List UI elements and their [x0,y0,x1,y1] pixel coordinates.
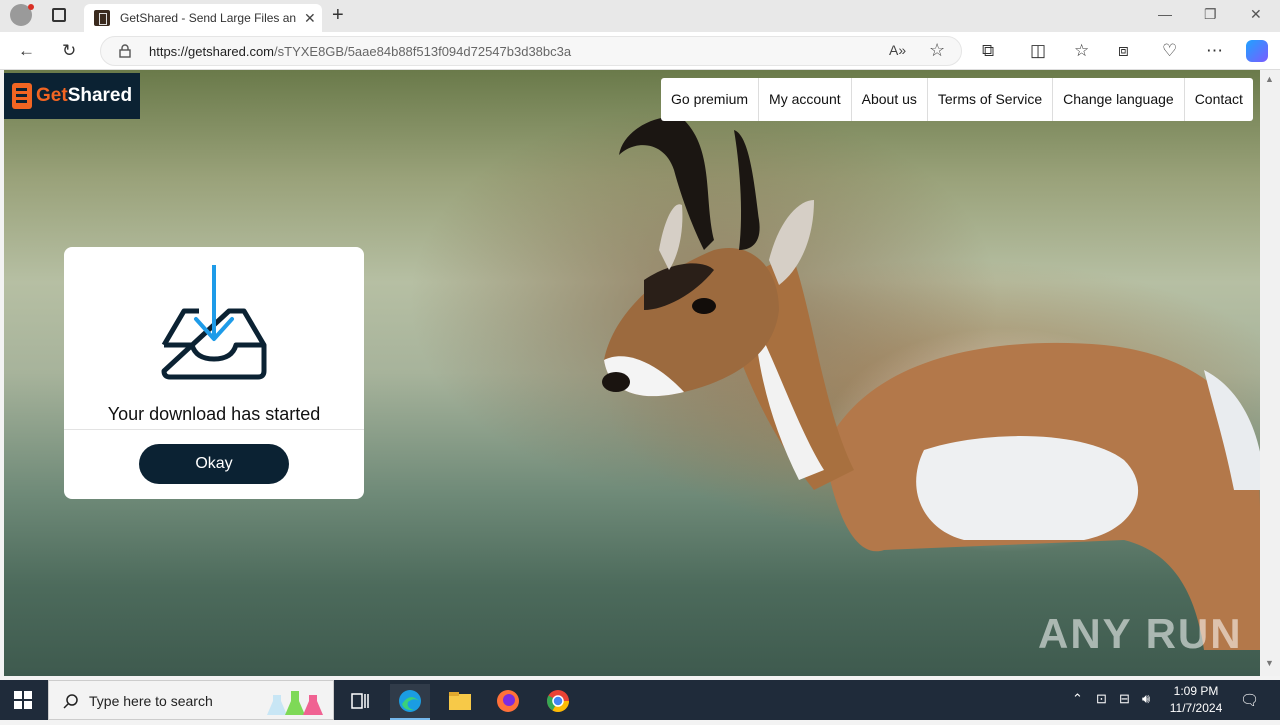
okay-button[interactable]: Okay [139,444,289,484]
task-view-icon[interactable] [340,684,380,720]
nav-go-premium[interactable]: Go premium [661,78,760,121]
copilot-icon[interactable] [1246,40,1268,62]
logo-text: GetShared [36,85,132,107]
search-icon [63,694,78,709]
tab-actions-icon[interactable] [52,8,66,22]
file-explorer-icon[interactable] [440,684,480,720]
site-navigation: Go premium My account About us Terms of … [661,78,1253,121]
logo-text-shared: Shared [67,85,133,106]
minimize-icon[interactable]: — [1158,6,1172,22]
favorite-star-icon[interactable]: ☆ [929,40,945,61]
pronghorn-background-image [602,116,1260,650]
nav-contact[interactable]: Contact [1185,78,1253,121]
favorites-icon[interactable]: ☆ [1074,41,1089,61]
close-tab-icon[interactable]: ✕ [304,10,316,27]
download-started-message: Your download has started [107,404,321,424]
read-aloud-icon[interactable]: A» [889,42,906,58]
logo-text-get: Get [36,85,68,106]
clock-date: 11/7/2024 [1169,701,1223,715]
scroll-up-icon[interactable]: ▲ [1265,74,1274,84]
site-favicon-icon [94,10,110,26]
browser-tab[interactable]: GetShared - Send Large Files and ✕ [84,4,322,32]
anyrun-watermark: ANY RUN [1038,610,1243,657]
getshared-logo[interactable]: GetShared [4,73,140,119]
dialog-divider [64,429,364,430]
chrome-icon[interactable] [538,684,578,720]
search-placeholder: Type here to search [89,693,213,709]
nav-terms-of-service[interactable]: Terms of Service [928,78,1054,121]
lock-icon [119,44,131,58]
tray-device-icon[interactable]: ⊡ [1096,691,1107,707]
collections-icon[interactable]: ⧈ [1118,41,1129,61]
volume-icon[interactable]: 🔊︎ [1142,691,1150,707]
notification-dot-icon [28,4,34,10]
show-hidden-icons[interactable]: ⌃ [1072,691,1083,707]
refresh-icon[interactable]: ↻ [62,41,76,61]
windows-taskbar: Type here to search ⌃ ⊡ ⊟ 🔊︎ 1:09 PM 11/… [0,680,1280,720]
edge-taskbar-icon[interactable] [390,684,430,720]
restore-icon[interactable]: ❐ [1204,6,1217,23]
clock-time: 1:09 PM [1173,684,1219,698]
browser-title-bar: GetShared - Send Large Files and ✕ + — ❐… [0,0,1280,32]
browser-nav-bar: ← ↻ https://getshared.com/sTYXE8GB/5aae8… [0,32,1280,70]
download-started-dialog: Your download has started Okay [64,247,364,499]
url-text: https://getshared.com/sTYXE8GB/5aae84b88… [149,44,571,59]
new-tab-icon[interactable]: + [332,4,344,27]
page-viewport: GetShared Go premium My account About us… [4,70,1260,676]
logo-document-icon [12,83,32,109]
nav-change-language[interactable]: Change language [1053,78,1185,121]
taskbar-clock[interactable]: 1:09 PM 11/7/2024 [1168,683,1224,717]
network-icon[interactable]: ⊟ [1119,691,1130,707]
scroll-down-icon[interactable]: ▼ [1265,658,1274,668]
search-highlight-flasks-icon [267,687,325,717]
split-screen-icon[interactable]: ◫ [1030,41,1046,61]
download-inbox-icon [161,265,267,380]
nav-about-us[interactable]: About us [852,78,928,121]
back-icon[interactable]: ← [18,41,35,61]
close-window-icon[interactable]: ✕ [1250,6,1262,23]
taskbar-search-box[interactable]: Type here to search [48,680,334,720]
windows-start-icon[interactable] [14,691,32,709]
extensions-icon[interactable]: ⧉ [982,41,994,61]
tab-title: GetShared - Send Large Files and [120,11,296,25]
notifications-icon[interactable]: 🗨︎ [1240,691,1259,709]
url-host: https://getshared.com [149,44,275,59]
nav-my-account[interactable]: My account [759,78,852,121]
firefox-icon[interactable] [488,684,528,720]
more-menu-icon[interactable]: ⋯ [1206,41,1223,61]
browser-essentials-icon[interactable]: ♡ [1162,41,1177,61]
page-scrollbar[interactable]: ▲ ▼ [1260,70,1280,676]
url-path: /sTYXE8GB/5aae84b88f513f094d72547b3d38bc… [274,44,572,59]
address-bar[interactable]: https://getshared.com/sTYXE8GB/5aae84b88… [100,36,962,66]
